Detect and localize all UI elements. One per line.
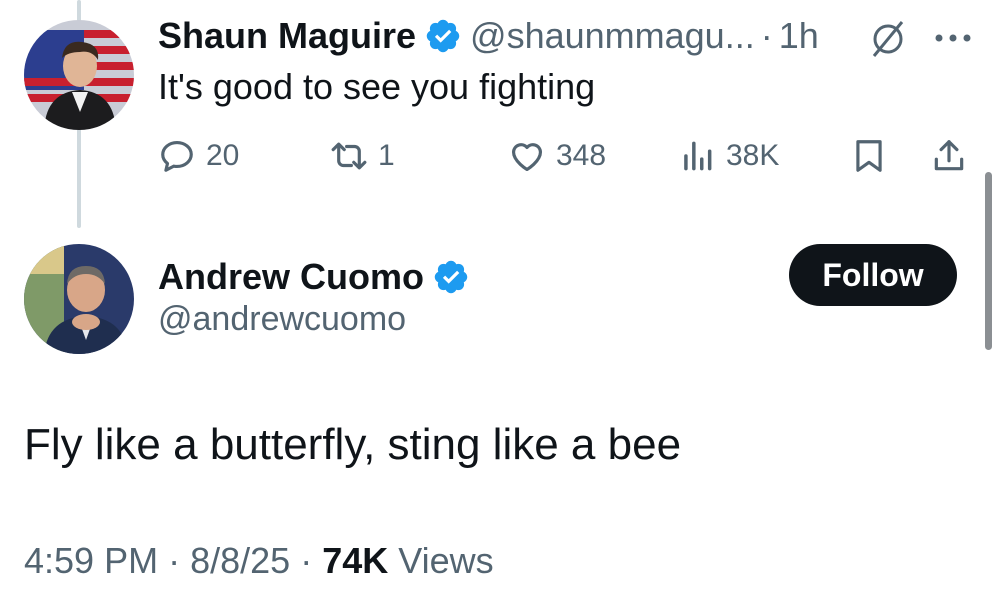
separator-dot: · [760, 15, 773, 56]
scrollbar[interactable] [985, 172, 992, 350]
repost-button[interactable]: 1 [330, 128, 395, 184]
reply-text: It's good to see you fighting [158, 66, 596, 107]
tweet-metadata: 4:59 PM · 8/8/25 · 74K Views [24, 540, 494, 582]
reply-author-name[interactable]: Shaun Maguire [158, 15, 416, 57]
views-icon [684, 141, 712, 171]
reply-icon [161, 140, 193, 172]
repost-count: 1 [378, 139, 395, 172]
tweet-author-name-row: Andrew Cuomo [158, 250, 478, 304]
views-count: 38K [726, 139, 780, 172]
views-button[interactable]: 38K [678, 128, 779, 184]
tweet-author-handle[interactable]: @andrewcuomo [158, 300, 406, 339]
tweet-author-avatar[interactable] [24, 244, 134, 354]
separator-dot: · [168, 540, 181, 581]
tweet-author-name[interactable]: Andrew Cuomo [158, 256, 424, 298]
follow-button[interactable]: Follow [789, 244, 957, 306]
bookmark-icon [856, 140, 882, 172]
tweet-views-count[interactable]: 74K [322, 540, 388, 581]
avatar-image [24, 244, 134, 354]
bookmark-button[interactable] [850, 128, 888, 184]
share-icon [934, 140, 964, 171]
more-icon[interactable] [930, 18, 976, 58]
avatar-image [24, 20, 134, 130]
verified-badge-icon [432, 258, 470, 296]
like-icon [511, 143, 543, 172]
reply-header: Shaun Maguire @shaunmmagu... · 1h [158, 8, 819, 64]
like-count: 348 [556, 139, 607, 172]
tweet-date[interactable]: 8/8/25 [190, 540, 290, 581]
reply-author-handle[interactable]: @shaunmmagu... [470, 15, 755, 57]
reply-author-avatar[interactable] [24, 20, 134, 130]
separator-dot: · [300, 540, 313, 581]
verified-badge-icon [424, 17, 462, 55]
like-button[interactable]: 348 [508, 128, 606, 184]
reply-count: 20 [206, 139, 240, 172]
share-button[interactable] [930, 128, 968, 184]
reply-button[interactable]: 20 [158, 128, 239, 184]
repost-icon [331, 142, 367, 170]
tweet-views-label: Views [398, 540, 494, 581]
tweet-time[interactable]: 4:59 PM [24, 540, 158, 581]
grok-icon[interactable] [868, 18, 908, 58]
reply-action-bar: 20 1 348 38K [158, 128, 978, 184]
reply-timestamp[interactable]: 1h [779, 15, 819, 57]
tweet-text: Fly like a butterfly, sting like a bee [24, 420, 682, 469]
